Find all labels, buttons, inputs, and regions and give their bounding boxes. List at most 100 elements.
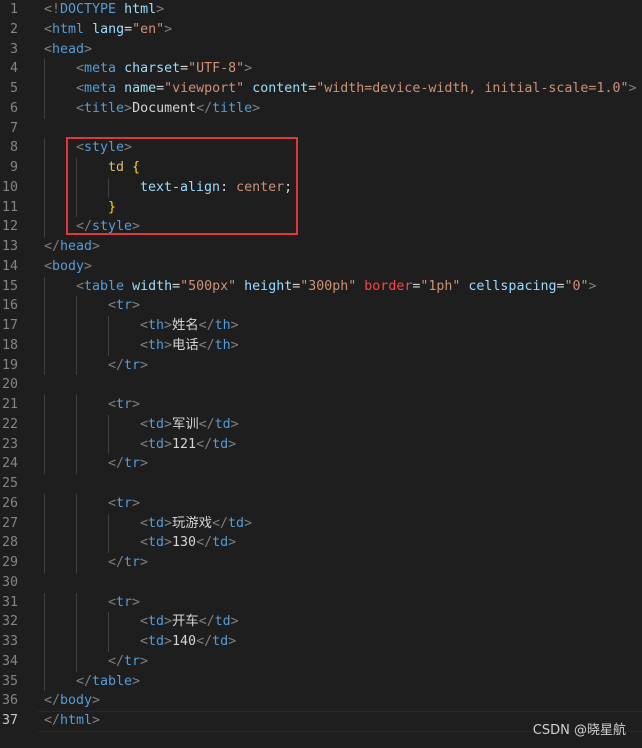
code-line[interactable]: <body>	[44, 257, 92, 277]
code-token: </	[108, 555, 125, 570]
line-number-gutter: 1 2 3 4 5 6 7 8 9 10 11 12 13 14 15 16 17 18 19 20 21 22 23 24 2…	[0, 0, 38, 748]
line-number: 22	[1, 416, 18, 432]
code-line[interactable]: </tr>	[108, 553, 148, 573]
code-token: charset	[124, 61, 181, 77]
code-token: <	[44, 21, 53, 37]
indent-guide	[76, 414, 77, 435]
indent-guide	[108, 434, 109, 455]
line-number: 8	[9, 140, 18, 156]
indent-guide	[44, 197, 45, 218]
code-line[interactable]: <meta name="viewport" content="width=dev…	[76, 79, 636, 99]
code-line[interactable]: </tr>	[108, 652, 148, 672]
code-line[interactable]: <td>玩游戏</td>	[140, 514, 252, 534]
code-token: <	[140, 416, 149, 432]
code-line[interactable]: <td>140</td>	[140, 632, 236, 652]
code-token: </	[44, 693, 61, 709]
line-number: 17	[1, 318, 18, 333]
code-token: 军训	[172, 416, 199, 432]
code-token: "viewport"	[164, 81, 245, 96]
code-token: "en"	[132, 21, 165, 37]
code-token: title	[212, 100, 253, 116]
line-number: 20	[1, 377, 18, 393]
code-line[interactable]: <tr>	[108, 494, 140, 514]
code-token: >	[252, 100, 261, 116]
code-token: <	[44, 41, 53, 57]
code-token: 130	[172, 535, 197, 551]
code-line[interactable]: <tr>	[108, 593, 140, 613]
code-line[interactable]: </table>	[76, 672, 140, 692]
line-number: 10	[1, 179, 18, 195]
indent-guide	[76, 395, 77, 415]
indent-guide	[44, 316, 45, 336]
code-token: "0"	[564, 278, 589, 294]
code-line[interactable]: </tr>	[108, 356, 148, 376]
code-token: >	[164, 318, 173, 333]
indent-guide	[44, 533, 45, 553]
code-token: <	[140, 515, 149, 531]
line-number: 35	[1, 673, 18, 689]
code-token: table	[92, 673, 133, 689]
code-token: td	[214, 614, 231, 630]
code-token: >	[92, 239, 101, 254]
indent-guide	[76, 335, 77, 356]
code-token: "300ph"	[300, 278, 357, 294]
code-token: >	[132, 594, 141, 610]
code-line[interactable]: <tr>	[108, 296, 140, 316]
code-token: </	[108, 653, 125, 669]
code-area[interactable]: <!DOCTYPE html> <html lang="en"> <head> <me…	[44, 0, 642, 748]
code-token: >	[228, 436, 237, 452]
code-token: table	[84, 278, 125, 294]
code-line[interactable]: <td>军训</td>	[140, 415, 239, 435]
indent-guide	[44, 355, 45, 376]
indent-guide	[76, 651, 77, 672]
code-line[interactable]: <!DOCTYPE html>	[44, 0, 164, 20]
line-number: 24	[1, 456, 18, 472]
code-token: >	[628, 81, 637, 96]
code-editor[interactable]: 1 2 3 4 5 6 7 8 9 10 11 12 13 14 15 16 17 18 19 20 21 22 23 24 2…	[0, 0, 642, 748]
code-token: >	[230, 337, 239, 353]
indent-guide	[44, 217, 45, 237]
code-line[interactable]: <th>电话</th>	[140, 336, 239, 356]
line-number: 1	[9, 2, 18, 17]
line-number: 6	[9, 100, 18, 116]
code-token: tr	[116, 298, 133, 314]
code-token: name	[124, 81, 157, 96]
code-token: </	[44, 713, 61, 728]
code-token: >	[164, 21, 173, 37]
code-line[interactable]: </body>	[44, 691, 100, 711]
code-token: html	[124, 2, 157, 17]
line-number: 19	[1, 357, 18, 373]
indent-guide	[44, 612, 45, 632]
indent-guide	[76, 533, 77, 553]
code-token: <	[76, 100, 85, 116]
code-line[interactable]: <td>开车</td>	[140, 612, 239, 632]
line-number: 23	[1, 436, 18, 452]
code-line[interactable]: </html>	[44, 711, 100, 731]
code-line[interactable]: <td>130</td>	[140, 533, 236, 553]
line-number: 27	[1, 515, 18, 531]
code-line[interactable]: <tr>	[108, 395, 140, 415]
code-line[interactable]: <head>	[44, 40, 92, 60]
highlight-box	[66, 137, 298, 235]
code-line[interactable]: <html lang="en">	[44, 20, 172, 40]
line-number: 37	[1, 713, 18, 728]
code-line[interactable]: <title>Document</title>	[76, 99, 260, 119]
indent-guide	[76, 612, 77, 632]
code-line[interactable]: <meta charset="UTF-8">	[76, 59, 252, 79]
line-number: 16	[1, 298, 18, 314]
code-line[interactable]: </tr>	[108, 454, 148, 474]
indent-guide	[76, 513, 77, 534]
code-line[interactable]: </head>	[44, 237, 100, 257]
indent-guide	[108, 335, 109, 356]
code-line[interactable]: <td>121</td>	[140, 435, 236, 455]
indent-guide	[76, 355, 77, 376]
line-number: 7	[9, 120, 18, 136]
indent-guide	[108, 533, 109, 553]
code-line[interactable]: <th>姓名</th>	[140, 316, 239, 336]
indent-guide	[44, 177, 45, 198]
code-token: content	[252, 81, 309, 96]
code-line[interactable]: <table width="500px" height="300ph" bord…	[76, 277, 597, 297]
code-token: >	[230, 416, 239, 432]
